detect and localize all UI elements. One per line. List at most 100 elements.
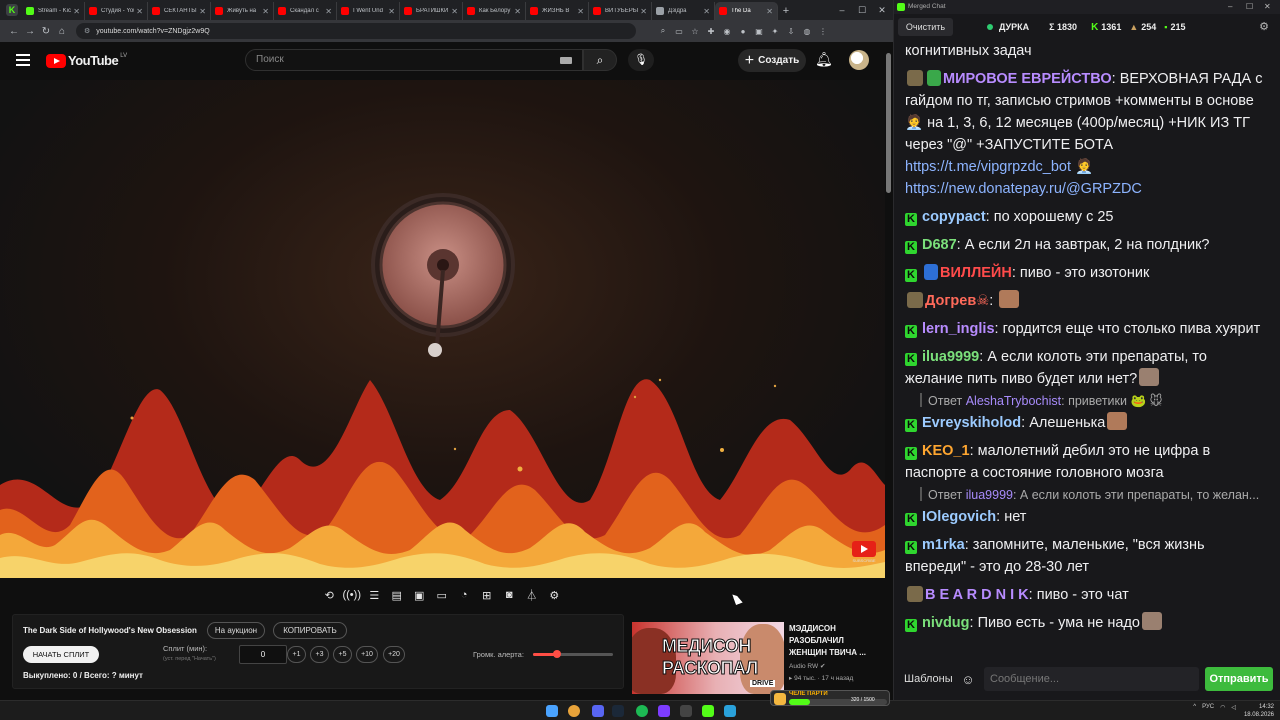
- add-icon[interactable]: ⊞: [476, 589, 499, 602]
- tab-close-icon[interactable]: ✕: [262, 7, 269, 16]
- chat-maximize-icon[interactable]: ☐: [1246, 2, 1253, 11]
- reload-icon[interactable]: ↻: [38, 26, 54, 37]
- emoji-icon[interactable]: ☺: [958, 672, 978, 687]
- pip-icon[interactable]: ▣: [408, 589, 431, 602]
- zoom-icon[interactable]: ⌕: [656, 26, 670, 36]
- video-player[interactable]: SUBSCRIBE: [0, 80, 885, 578]
- chat-nick[interactable]: KEO_1: [922, 443, 970, 459]
- chat-nick[interactable]: copypact: [922, 209, 986, 225]
- chat-link[interactable]: https://new.donatepay.ru/@GRPZDC: [905, 181, 1142, 197]
- browser-tab[interactable]: I Went Und ✕: [337, 2, 400, 20]
- recommended-thumbnail[interactable]: МЕДИСОН РАСКОПАЛ DRIVE: [632, 622, 784, 694]
- kick-taskbar-icon[interactable]: [702, 705, 714, 717]
- reply-nick[interactable]: ilua9999: [966, 488, 1013, 502]
- tray-chevron-icon[interactable]: ^: [1193, 704, 1196, 711]
- audio-icon[interactable]: ((•)): [341, 589, 364, 601]
- split-input[interactable]: 0: [239, 645, 287, 664]
- cast-icon[interactable]: ▭: [672, 27, 686, 36]
- start-icon[interactable]: [546, 705, 558, 717]
- alert-volume-slider[interactable]: [533, 650, 613, 658]
- chat-link[interactable]: https://t.me/vipgrpzdc_bot 🧑‍💼: [905, 159, 1093, 175]
- chat-close-icon[interactable]: ✕: [1264, 2, 1271, 11]
- new-tab-button[interactable]: +: [778, 2, 794, 20]
- page-scrollbar[interactable]: [885, 45, 893, 695]
- close-window-icon[interactable]: ✕: [870, 0, 894, 20]
- tab-close-icon[interactable]: ✕: [199, 7, 206, 16]
- chat-nick[interactable]: Evreyskiholod: [922, 415, 1021, 431]
- recommended-title[interactable]: МЭДДИСОН РАЗОБЛАЧИЛ ЖЕНЩИН ТВИЧА ...: [789, 623, 884, 659]
- browser-tab[interactable]: Скандал с ✕: [274, 2, 337, 20]
- message-input[interactable]: Сообщение...: [984, 667, 1199, 691]
- tab-close-icon[interactable]: ✕: [325, 7, 332, 16]
- forward-icon[interactable]: →: [22, 26, 38, 37]
- spotify-icon[interactable]: [636, 705, 648, 717]
- screenshot-icon[interactable]: ◙: [498, 589, 521, 601]
- tab-close-icon[interactable]: ✕: [136, 7, 143, 16]
- notifications-bell-icon[interactable]: 🔔︎: [815, 51, 833, 68]
- youtube-logo[interactable]: YouTube LV: [46, 53, 127, 68]
- search-button[interactable]: ⌕: [583, 49, 617, 71]
- clapper-icon[interactable]: ▤: [386, 589, 409, 602]
- plus-20-button[interactable]: +20: [383, 646, 405, 663]
- chat-nick[interactable]: m1rka: [922, 537, 965, 553]
- tab-close-icon[interactable]: ✕: [640, 7, 647, 16]
- browser-tab[interactable]: Stream - Kick ✕: [22, 2, 85, 20]
- obs-icon[interactable]: [680, 705, 692, 717]
- browser-tab[interactable]: Дзідра ✕: [652, 2, 715, 20]
- home-icon[interactable]: ⌂: [54, 26, 70, 37]
- voice-search-button[interactable]: 🎙: [628, 49, 654, 71]
- chrome-icon[interactable]: [568, 705, 580, 717]
- speed-icon[interactable]: ◔: [453, 589, 476, 601]
- tab-close-icon[interactable]: ✕: [703, 7, 710, 16]
- telegram-icon[interactable]: [724, 705, 736, 717]
- chat-nick[interactable]: МИРОВОЕ ЕВРЕЙСТВО: [943, 71, 1112, 87]
- lang-indicator[interactable]: РУС: [1202, 704, 1214, 711]
- chat-nick[interactable]: ВИЛЛЕЙН: [940, 265, 1012, 281]
- chat-nick[interactable]: lern_inglis: [922, 321, 995, 337]
- browser-tab[interactable]: Студия - YouTube✕: [85, 2, 148, 20]
- chat-nick[interactable]: D687: [922, 237, 957, 253]
- clear-button[interactable]: Очистить: [898, 18, 953, 36]
- hamburger-icon[interactable]: [16, 54, 30, 66]
- settings-icon[interactable]: ⚙: [543, 589, 566, 602]
- send-button[interactable]: Отправить: [1205, 667, 1273, 691]
- profile-icon[interactable]: ◍: [800, 27, 814, 36]
- tab-search-icon[interactable]: K: [6, 4, 18, 16]
- templates-button[interactable]: Шаблоны: [904, 673, 958, 685]
- plus-10-button[interactable]: +10: [356, 646, 378, 663]
- tab-close-icon[interactable]: ✕: [451, 7, 458, 16]
- chat-nick[interactable]: IOlegovich: [922, 509, 996, 525]
- browser-tab[interactable]: ЖИЗНЬ В ✕: [526, 2, 589, 20]
- browser-tab[interactable]: Как Белору ✕: [463, 2, 526, 20]
- tab-close-icon[interactable]: ✕: [514, 7, 521, 16]
- recommended-channel[interactable]: Audio RW ✔: [789, 662, 825, 670]
- discord-icon[interactable]: [592, 705, 604, 717]
- wifi-icon[interactable]: ◠: [1220, 704, 1225, 711]
- tab-close-icon[interactable]: ✕: [577, 7, 584, 16]
- chat-nick[interactable]: Догрев☠: [925, 293, 989, 309]
- extension-icon-4[interactable]: ▣: [752, 27, 766, 36]
- chat-minimize-icon[interactable]: –: [1228, 2, 1232, 11]
- extension-icon-3[interactable]: ●: [736, 27, 750, 36]
- search-input[interactable]: Поиск: [245, 49, 583, 71]
- star-icon[interactable]: ☆: [688, 27, 702, 36]
- chat-nick[interactable]: ilua9999: [922, 349, 979, 365]
- menu-icon[interactable]: ⋮: [816, 27, 830, 36]
- scrollbar-thumb[interactable]: [886, 53, 891, 193]
- download-icon[interactable]: ⇩: [784, 27, 798, 36]
- plus-1-button[interactable]: +1: [287, 646, 306, 663]
- subtitles-icon[interactable]: ▭: [431, 589, 454, 602]
- site-info-icon[interactable]: ⚙: [84, 27, 90, 35]
- volume-icon[interactable]: ◁: [1231, 704, 1236, 711]
- tab-close-icon[interactable]: ✕: [388, 7, 395, 16]
- back-icon[interactable]: ←: [6, 26, 22, 37]
- browser-tab[interactable]: БРАТИШКИ ✕: [400, 2, 463, 20]
- flask-icon[interactable]: ⏃: [521, 587, 544, 603]
- clock[interactable]: 14:32 18.08.2026: [1244, 703, 1274, 719]
- plus-5-button[interactable]: +5: [333, 646, 352, 663]
- copy-button[interactable]: КОПИРОВАТЬ: [273, 622, 347, 639]
- tab-close-icon[interactable]: ✕: [73, 7, 80, 16]
- chat-nick[interactable]: B E A R D N I K: [925, 587, 1029, 603]
- slider-knob[interactable]: [553, 650, 561, 658]
- browser-tab[interactable]: Живуть на ✕: [211, 2, 274, 20]
